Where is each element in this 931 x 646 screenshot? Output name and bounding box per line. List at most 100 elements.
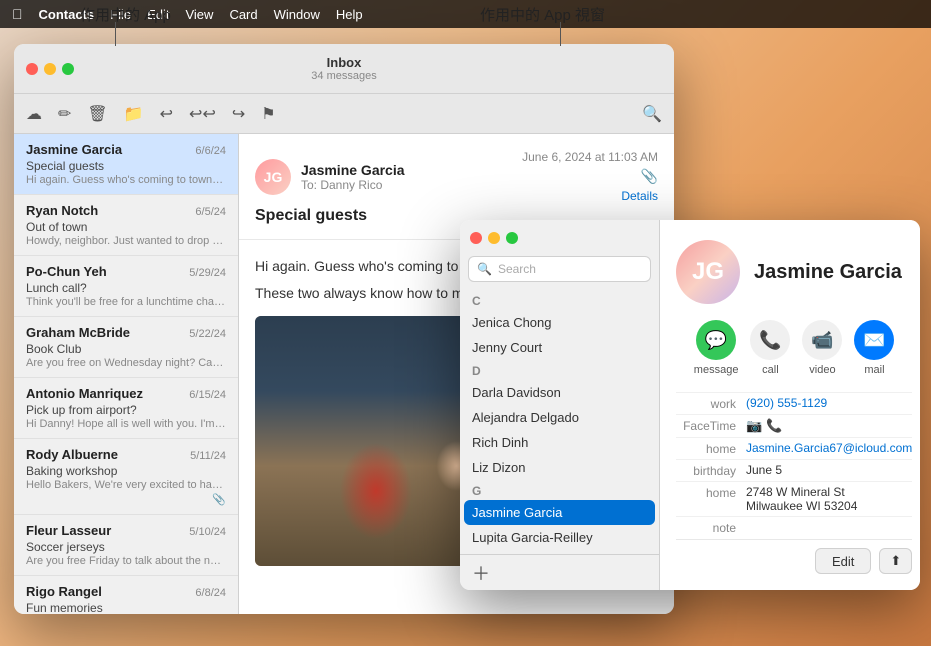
sender-name: Ryan Notch [26,203,98,218]
contacts-close-btn[interactable] [470,232,482,244]
call-icon: 📞 [750,320,790,360]
section-g: G [460,480,659,500]
reply-icon[interactable]: ↩ [160,104,173,124]
video-icon: 📹 [802,320,842,360]
search-icon[interactable]: 🔍 [642,104,662,124]
contacts-search[interactable]: 🔍 Search [468,256,651,282]
contact-item-jenny[interactable]: Jenny Court [460,335,659,360]
contact-actions: 💬 message 📞 call 📹 video ✉️ mail [676,320,912,376]
details-link[interactable]: Details [621,189,658,203]
mail-item[interactable]: Ryan Notch 6/5/24 Out of town Howdy, nei… [14,195,238,256]
maximize-button[interactable] [62,63,74,75]
menu-edit[interactable]: Edit [147,7,169,22]
window-title: Inbox 34 messages [311,55,376,82]
mail-item[interactable]: Jasmine Garcia 6/6/24 Special guests Hi … [14,134,238,195]
mail-subject: Fun memories [26,601,226,614]
menu-help[interactable]: Help [336,7,363,22]
contact-avatar: JG [676,240,740,304]
mail-date: 6/6/24 [195,145,226,157]
detail-date: June 6, 2024 at 11:03 AM [522,150,658,164]
menu-contacts[interactable]: Contacts [39,7,95,22]
sender-name: Rody Albuerne [26,447,118,462]
mail-subject: Pick up from airport? [26,403,226,417]
reply-all-icon[interactable]: ↩↩ [189,104,216,124]
menu-window[interactable]: Window [274,7,320,22]
apple-menu[interactable]:  [12,6,23,22]
call-button[interactable]: 📞 call [750,320,790,376]
add-contact-button[interactable]: ＋ [460,554,659,590]
mail-date: 6/8/24 [195,587,226,599]
share-button[interactable]: ⬆ [879,548,912,574]
menu-view[interactable]: View [185,7,213,22]
menu-card[interactable]: Card [229,7,257,22]
contact-item-rich[interactable]: Rich Dinh [460,430,659,455]
mail-subject: Special guests [26,159,226,173]
contacts-window: 🔍 Search C Jenica Chong Jenny Court D Da… [460,220,920,590]
work-label: work [676,396,746,411]
contact-item-liz[interactable]: Liz Dizon [460,455,659,480]
message-button[interactable]: 💬 message [694,320,739,376]
contacts-max-btn[interactable] [506,232,518,244]
mail-subject: Out of town [26,220,226,234]
close-button[interactable] [26,63,38,75]
forward-icon[interactable]: ↪ [232,104,245,124]
work-phone-row: work (920) 555-1129 [676,392,912,414]
mail-item[interactable]: Rody Albuerne 5/11/24 Baking workshop He… [14,439,238,515]
facetime-video-icon[interactable]: 📷 [746,418,762,434]
menu-file[interactable]: File [110,7,131,22]
sender-name: Antonio Manriquez [26,386,143,401]
mail-subject: Soccer jerseys [26,540,226,554]
work-phone[interactable]: (920) 555-1129 [746,396,827,410]
contact-item-jasmine[interactable]: Jasmine Garcia [464,500,655,525]
mail-item[interactable]: Graham McBride 5/22/24 Book Club Are you… [14,317,238,378]
home-address-row: home 2748 W Mineral StMilwaukee WI 53204 [676,481,912,516]
contact-item-alejandra[interactable]: Alejandra Delgado [460,405,659,430]
mail-button[interactable]: ✉️ mail [854,320,894,376]
sender-avatar: JG [255,159,291,195]
mail-action-icon: ✉️ [854,320,894,360]
traffic-lights [26,63,74,75]
compose-icon[interactable]: ✏ [58,104,71,124]
note-label: note [676,520,746,535]
contact-header: JG Jasmine Garcia [676,240,912,304]
mail-date: 5/10/24 [189,526,226,538]
birthday-row: birthday June 5 [676,459,912,481]
contact-info-table: work (920) 555-1129 FaceTime 📷 📞 home Ja… [676,392,912,538]
mail-preview: Hello Bakers, We're very excited to have… [26,479,226,491]
detail-sender-name: Jasmine Garcia [301,162,405,178]
sender-name: Rigo Rangel [26,584,102,599]
contact-item-jenica[interactable]: Jenica Chong [460,310,659,335]
mail-sidebar: Jasmine Garcia 6/6/24 Special guests Hi … [14,134,239,614]
home-email[interactable]: Jasmine.Garcia67@icloud.com [746,441,912,455]
mail-label: mail [864,364,884,376]
contact-item-lupita[interactable]: Lupita Garcia-Reilley [460,525,659,550]
detail-to-line: To: Danny Rico [301,178,405,192]
birthday-value: June 5 [746,463,782,477]
inbox-label: Inbox [311,55,376,70]
video-button[interactable]: 📹 video [802,320,842,376]
edit-button[interactable]: Edit [815,548,871,574]
mail-item[interactable]: Fleur Lasseur 5/10/24 Soccer jerseys Are… [14,515,238,576]
contacts-min-btn[interactable] [488,232,500,244]
note-row: note [676,516,912,538]
minimize-button[interactable] [44,63,56,75]
mail-item[interactable]: Rigo Rangel 6/8/24 Fun memories [14,576,238,614]
mail-date: 6/5/24 [195,206,226,218]
move-icon[interactable]: 📁 [124,104,144,124]
mail-toolbar: ☁ ✏ 🗑 📁 ↩ ↩↩ ↪ ⚑ 🔍 [14,94,674,134]
mail-date: 5/11/24 [190,450,226,462]
home-address[interactable]: 2748 W Mineral StMilwaukee WI 53204 [746,485,857,513]
mail-item[interactable]: Po-Chun Yeh 5/29/24 Lunch call? Think yo… [14,256,238,317]
facetime-audio-icon[interactable]: 📞 [766,418,782,434]
trash-icon[interactable]: 🗑 [87,104,107,124]
video-label: video [809,364,835,376]
contacts-sidebar: 🔍 Search C Jenica Chong Jenny Court D Da… [460,220,660,590]
mail-item[interactable]: Antonio Manriquez 6/15/24 Pick up from a… [14,378,238,439]
contacts-detail: JG Jasmine Garcia 💬 message 📞 call 📹 vid… [660,220,920,590]
contact-item-darla[interactable]: Darla Davidson [460,380,659,405]
attachment-icon: 📎 [641,168,658,185]
flag-icon[interactable]: ⚑ [261,104,275,124]
archive-icon[interactable]: ☁ [26,104,42,124]
messages-count: 34 messages [311,70,376,82]
search-placeholder-text: Search [498,262,536,276]
